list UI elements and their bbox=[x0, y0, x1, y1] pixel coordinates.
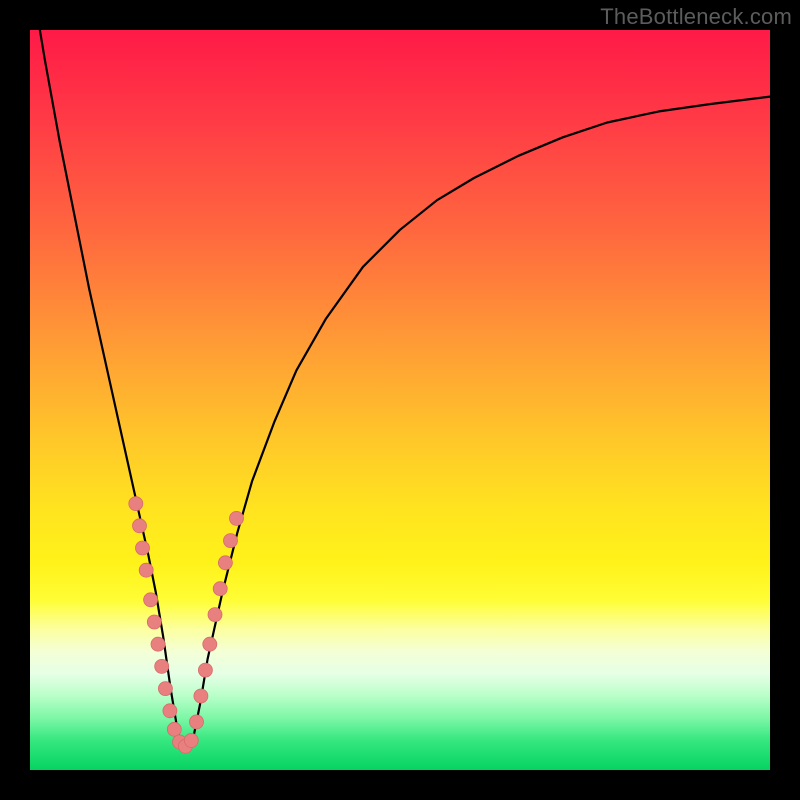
sample-dot bbox=[158, 682, 172, 696]
sample-dot bbox=[151, 637, 165, 651]
sample-dot bbox=[133, 519, 147, 533]
sample-dot bbox=[203, 637, 217, 651]
watermark-text: TheBottleneck.com bbox=[600, 4, 792, 30]
bottleneck-curve bbox=[30, 30, 770, 748]
sample-dot bbox=[213, 582, 227, 596]
sample-dot bbox=[155, 659, 169, 673]
sample-dot bbox=[230, 511, 244, 525]
sample-dots bbox=[129, 497, 244, 754]
sample-dot bbox=[129, 497, 143, 511]
sample-dot bbox=[167, 722, 181, 736]
sample-dot bbox=[147, 615, 161, 629]
sample-dot bbox=[144, 593, 158, 607]
sample-dot bbox=[218, 556, 232, 570]
sample-dot bbox=[163, 704, 177, 718]
chart-svg bbox=[30, 30, 770, 770]
sample-dot bbox=[208, 608, 222, 622]
sample-dot bbox=[190, 715, 204, 729]
plot-area bbox=[30, 30, 770, 770]
sample-dot bbox=[224, 534, 238, 548]
sample-dot bbox=[194, 689, 208, 703]
sample-dot bbox=[139, 563, 153, 577]
sample-dot bbox=[198, 663, 212, 677]
sample-dot bbox=[184, 733, 198, 747]
chart-frame: TheBottleneck.com bbox=[0, 0, 800, 800]
sample-dot bbox=[136, 541, 150, 555]
